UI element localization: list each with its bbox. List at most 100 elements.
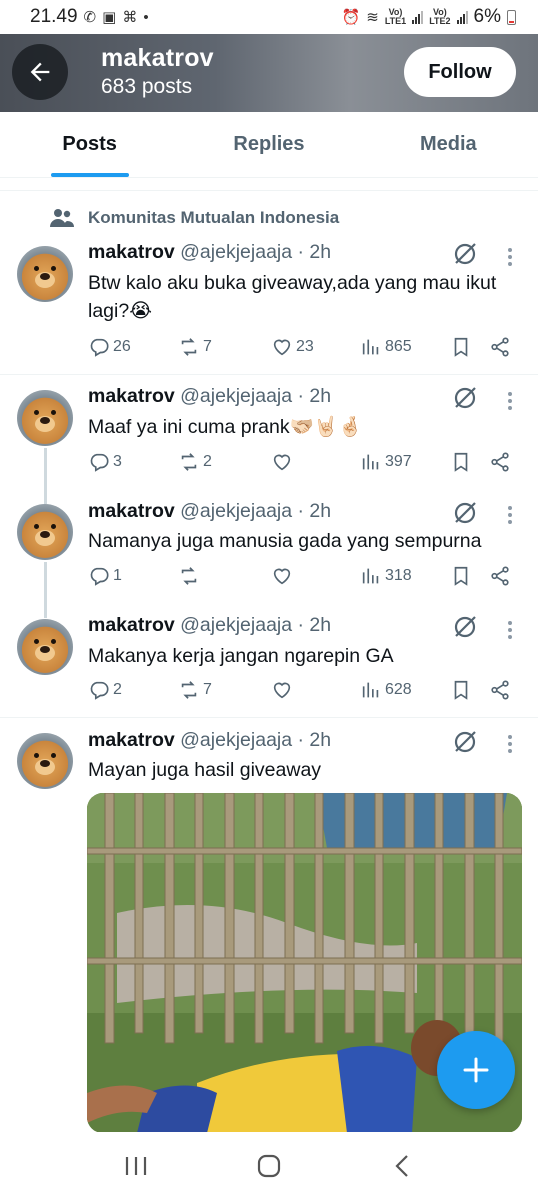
- avatar[interactable]: [17, 733, 73, 789]
- bookmark-button[interactable]: [450, 565, 472, 587]
- repost-button[interactable]: [178, 565, 203, 587]
- community-label: Komunitas Mutualan Indonesia: [88, 208, 340, 227]
- tweet-actions: 2 7 628: [88, 679, 518, 705]
- views-button[interactable]: 628: [360, 679, 412, 701]
- profile-name: makatrov: [101, 44, 214, 72]
- like-count: 23: [296, 338, 314, 355]
- like-icon: [273, 339, 291, 356]
- tweet-handle-time: @ajekjejaaja · 2h: [180, 729, 332, 751]
- like-icon: [273, 682, 291, 699]
- tweet-handle-time: @ajekjejaaja · 2h: [180, 241, 332, 263]
- tweet-header: makatrov @ajekjejaaja · 2h: [88, 241, 331, 264]
- community-context[interactable]: Komunitas Mutualan Indonesia: [50, 208, 339, 228]
- reply-count: 2: [113, 681, 122, 698]
- header-title: makatrov 683 posts: [101, 44, 214, 99]
- views-button[interactable]: 397: [360, 451, 412, 473]
- tab-replies[interactable]: Replies: [179, 112, 358, 177]
- tweet-text: Btw kalo aku buka giveaway,ada yang mau …: [88, 272, 497, 322]
- system-back-button[interactable]: [372, 1146, 432, 1186]
- tweet-author-name[interactable]: makatrov: [88, 385, 175, 407]
- profile-tabs: Posts Replies Media: [0, 112, 538, 178]
- tab-media[interactable]: Media: [359, 112, 538, 177]
- grok-icon[interactable]: [452, 241, 478, 267]
- tweet-author-name[interactable]: makatrov: [88, 614, 175, 636]
- view-count: 628: [385, 681, 412, 698]
- like-button[interactable]: 23: [271, 336, 314, 358]
- share-icon: [491, 566, 509, 586]
- tweet-author-name[interactable]: makatrov: [88, 241, 175, 263]
- more-icon[interactable]: [500, 246, 520, 268]
- share-icon: [491, 680, 509, 700]
- reply-button[interactable]: 26: [88, 336, 131, 358]
- more-icon[interactable]: [500, 504, 520, 526]
- tab-posts[interactable]: Posts: [0, 112, 179, 177]
- back-arrow-icon: [30, 62, 50, 82]
- grok-icon[interactable]: [452, 385, 478, 411]
- back-button[interactable]: [12, 44, 68, 100]
- reply-icon: [90, 338, 109, 357]
- bookmark-button[interactable]: [450, 336, 472, 358]
- back-icon: [395, 1154, 408, 1177]
- reply-button[interactable]: 1: [88, 565, 122, 587]
- avatar[interactable]: [17, 504, 73, 560]
- bookmark-button[interactable]: [450, 679, 472, 701]
- repost-button[interactable]: 2: [178, 451, 212, 473]
- tweet-actions: 3 2 397: [88, 451, 518, 477]
- grok-icon[interactable]: [452, 500, 478, 526]
- status-left: 21.49 ✆ ▣ ⌘ •: [30, 6, 149, 28]
- sim1-label: Vo) LTE1: [384, 7, 407, 26]
- grok-icon[interactable]: [452, 614, 478, 640]
- status-bar: 21.49 ✆ ▣ ⌘ • ⏰ ≋ Vo) LTE1 Vo) LTE2 6%: [0, 0, 538, 34]
- more-icon[interactable]: [500, 390, 520, 412]
- views-button[interactable]: 318: [360, 565, 412, 587]
- avatar[interactable]: [17, 246, 73, 302]
- tweet-header: makatrov @ajekjejaaja · 2h: [88, 385, 331, 408]
- repost-count: 7: [203, 681, 212, 698]
- like-button[interactable]: [271, 565, 296, 587]
- grok-icon[interactable]: [452, 729, 478, 755]
- compose-plus-icon: [463, 1057, 489, 1083]
- tweet-handle-time: @ajekjejaaja · 2h: [180, 614, 332, 636]
- like-button[interactable]: [271, 679, 296, 701]
- share-button[interactable]: [489, 336, 511, 358]
- tweet-text: Mayan juga hasil giveaway: [88, 759, 322, 781]
- avatar[interactable]: [17, 390, 73, 446]
- tweet-text: Makanya kerja jangan ngarepin GA: [88, 645, 394, 667]
- reply-count: 1: [113, 567, 122, 584]
- compose-button[interactable]: [437, 1031, 515, 1109]
- reply-count: 26: [113, 338, 131, 355]
- follow-button[interactable]: Follow: [404, 47, 516, 97]
- recents-button[interactable]: [106, 1146, 166, 1186]
- like-button[interactable]: [271, 451, 296, 473]
- more-icon[interactable]: [500, 619, 520, 641]
- repost-button[interactable]: 7: [178, 679, 212, 701]
- divider: [0, 717, 538, 718]
- sim2-signal-icon: [456, 10, 468, 24]
- avatar[interactable]: [17, 619, 73, 675]
- thread-line: [44, 448, 47, 504]
- like-icon: [273, 454, 291, 471]
- profile-header: makatrov 683 posts Follow: [0, 34, 538, 112]
- reply-button[interactable]: 3: [88, 451, 122, 473]
- like-icon: [273, 568, 291, 585]
- share-icon: [491, 452, 509, 472]
- status-right: ⏰ ≋ Vo) LTE1 Vo) LTE2 6%: [342, 6, 516, 28]
- views-icon: [362, 682, 379, 698]
- game-notification-icon: ⌘: [122, 9, 138, 26]
- views-button[interactable]: 865: [360, 336, 412, 358]
- status-time: 21.49: [30, 6, 78, 27]
- tweet-header: makatrov @ajekjejaaja · 2h: [88, 614, 331, 637]
- home-button[interactable]: [239, 1146, 299, 1186]
- reply-button[interactable]: 2: [88, 679, 122, 701]
- share-button[interactable]: [489, 451, 511, 473]
- bookmark-button[interactable]: [450, 451, 472, 473]
- thread-line: [44, 562, 47, 618]
- gallery-notification-icon: ▣: [102, 9, 117, 26]
- tweet-author-name[interactable]: makatrov: [88, 729, 175, 751]
- repost-button[interactable]: 7: [178, 336, 212, 358]
- view-count: 397: [385, 453, 412, 470]
- share-button[interactable]: [489, 679, 511, 701]
- tweet-author-name[interactable]: makatrov: [88, 500, 175, 522]
- more-icon[interactable]: [500, 733, 520, 755]
- share-button[interactable]: [489, 565, 511, 587]
